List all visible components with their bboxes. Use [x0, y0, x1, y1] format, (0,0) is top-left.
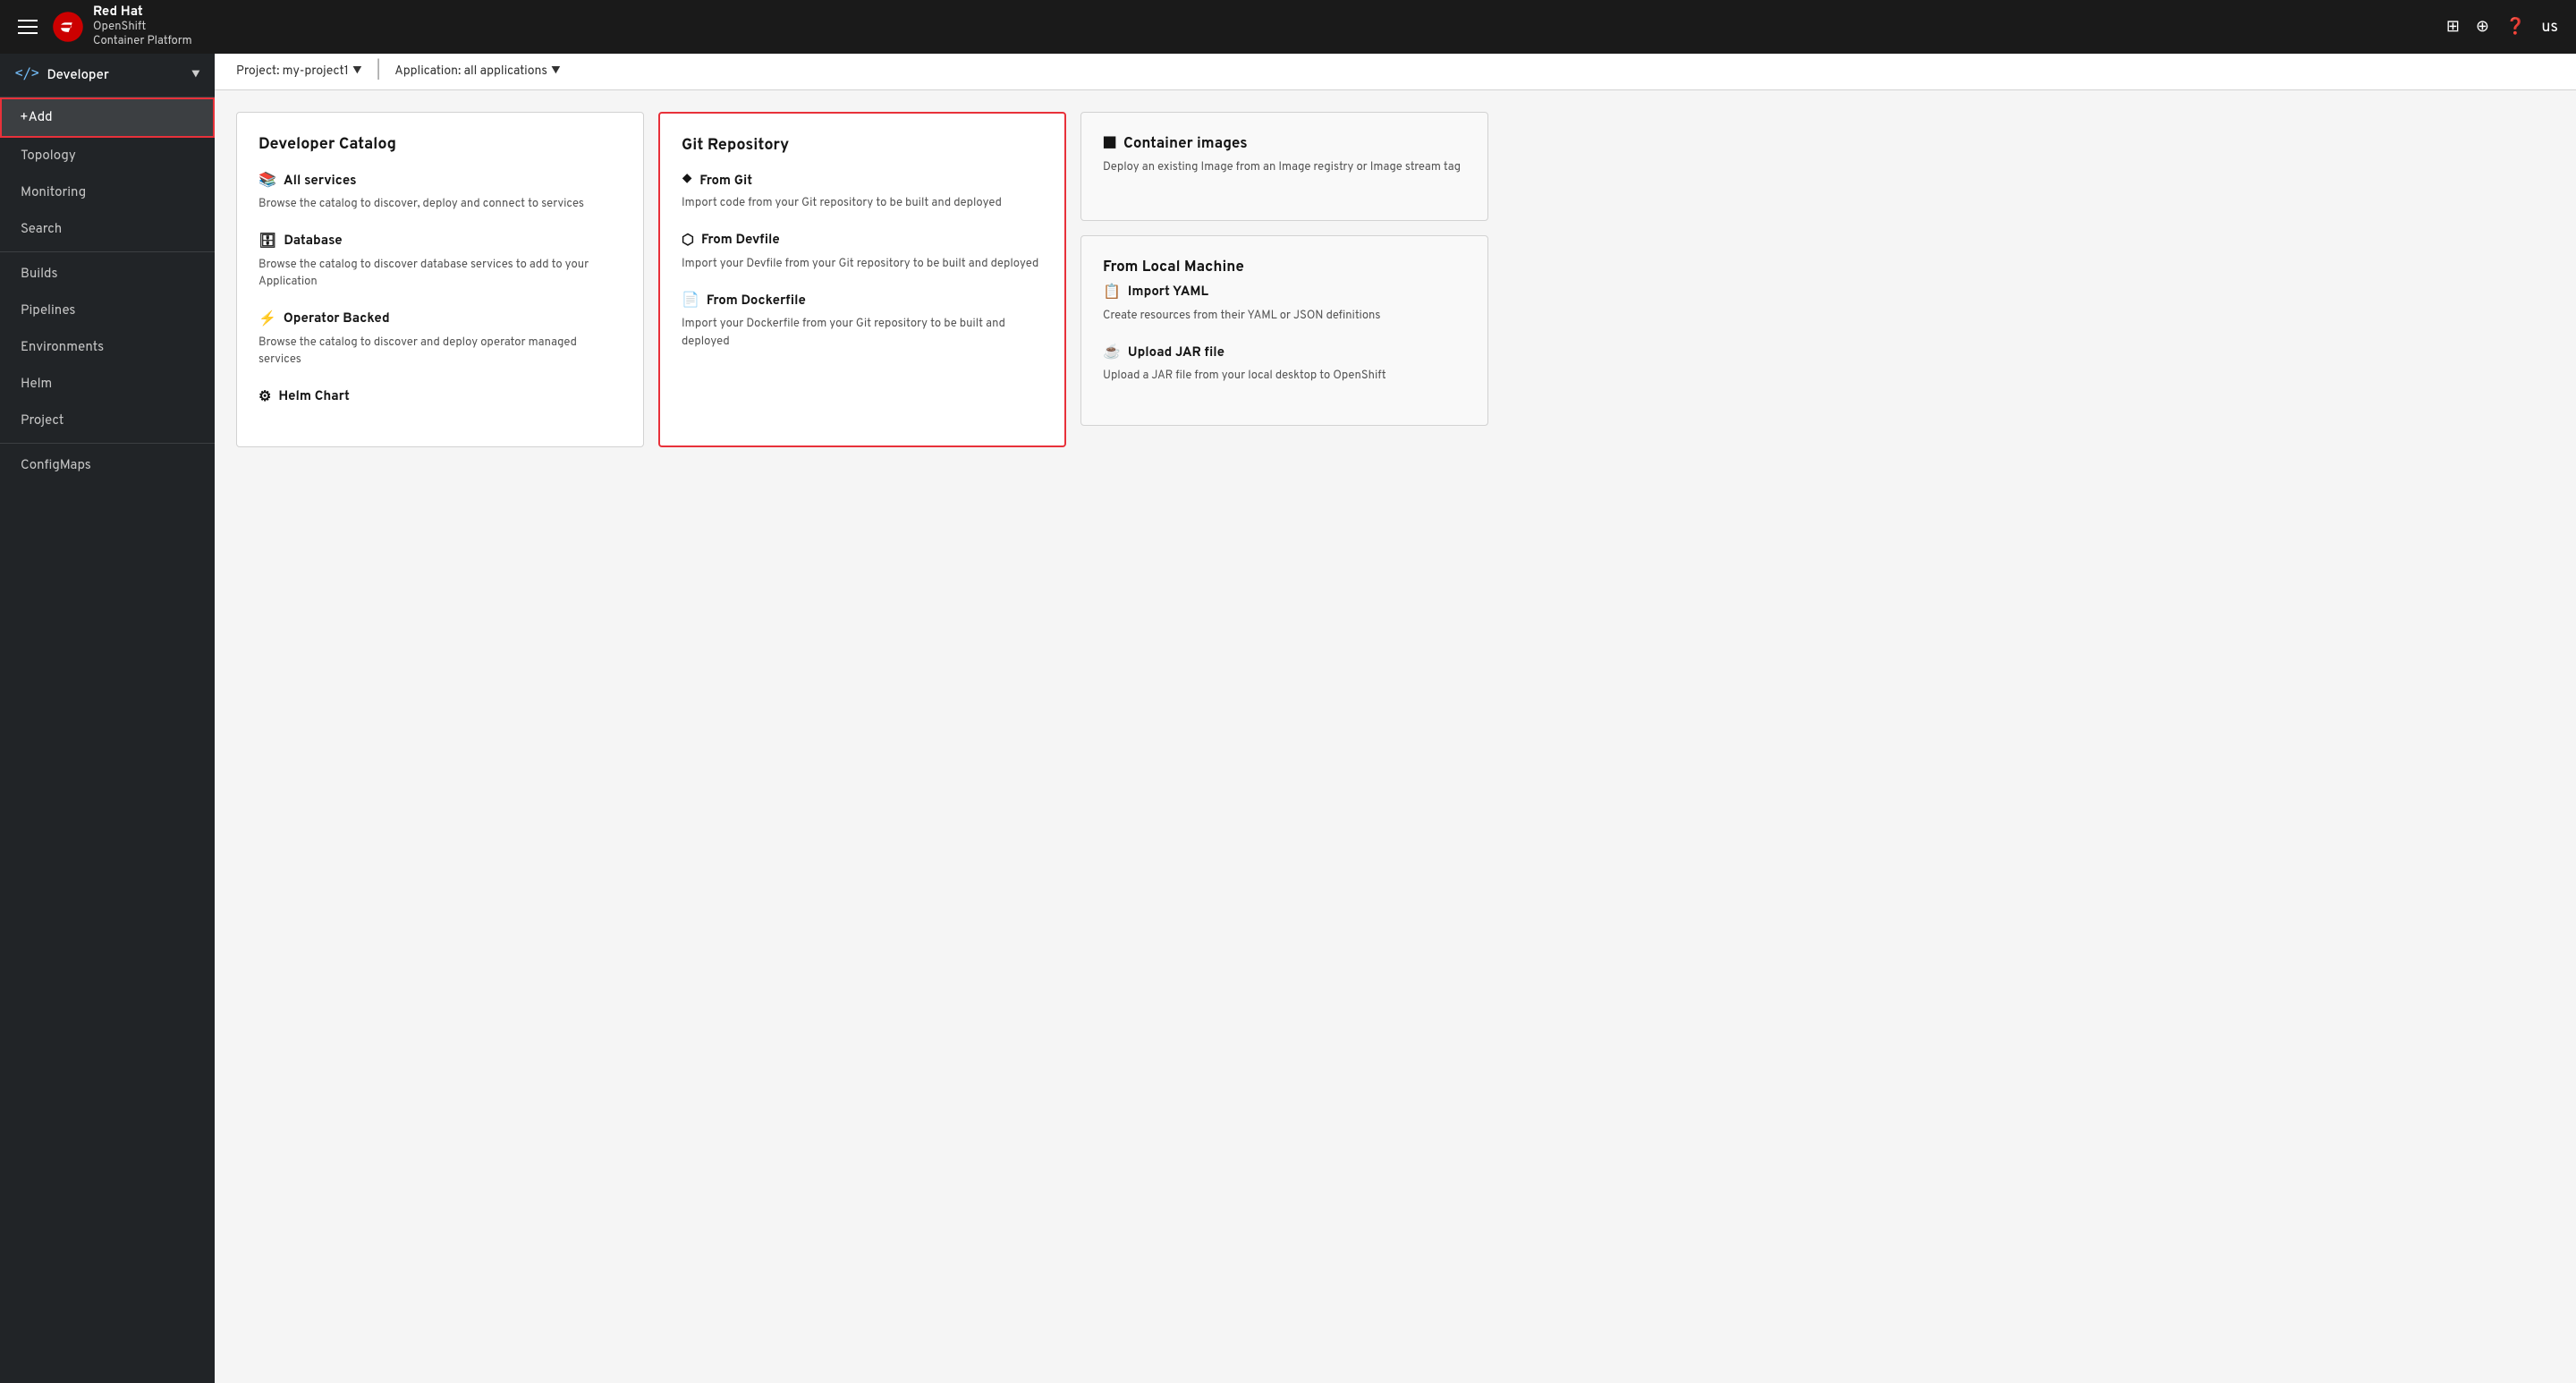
application-chevron-icon: ▼: [551, 64, 561, 80]
from-git-desc: Import code from your Git repository to …: [682, 195, 1043, 213]
container-images-desc: Deploy an existing Image from an Image r…: [1103, 159, 1466, 177]
upload-jar-desc: Upload a JAR file from your local deskto…: [1103, 368, 1466, 386]
from-dockerfile-icon: 📄: [682, 291, 699, 310]
operator-backed-title: Operator Backed: [284, 310, 390, 327]
sidebar-divider-1: [0, 251, 215, 252]
project-chevron-icon: ▼: [352, 64, 362, 80]
developer-catalog-title: Developer Catalog: [258, 134, 622, 155]
brand-name: Red Hat: [93, 4, 192, 21]
all-services-section: 📚 All services Browse the catalog to dis…: [258, 171, 622, 214]
from-git-title: From Git: [699, 173, 752, 190]
from-devfile-icon: ⬡: [682, 231, 694, 250]
subheader: Project: my-project1 ▼ | Application: al…: [215, 54, 2576, 90]
topbar-icons: ⊞ ⊕ ❓ us: [2446, 17, 2558, 38]
sidebar-item-environments[interactable]: Environments: [0, 329, 215, 366]
main-content: Developer Catalog 📚 All services Browse …: [215, 90, 2576, 1383]
project-label: Project: my-project1: [236, 64, 349, 80]
brand-text: Red Hat OpenShift Container Platform: [93, 4, 192, 48]
perspective-icon: </>: [14, 66, 39, 84]
content-area: Project: my-project1 ▼ | Application: al…: [215, 54, 2576, 1383]
upload-jar-section: ☕ Upload JAR file Upload a JAR file from…: [1103, 343, 1466, 386]
container-images-icon: ⬛: [1103, 135, 1116, 153]
container-images-header: ⬛ Container images: [1103, 134, 1466, 154]
from-local-machine-card[interactable]: From Local Machine 📋 Import YAML Create …: [1080, 235, 1488, 426]
brand-sub1: OpenShift: [93, 21, 192, 35]
from-local-machine-title: From Local Machine: [1103, 258, 1466, 277]
sidebar-item-helm[interactable]: Helm: [0, 366, 215, 403]
import-yaml-icon: 📋: [1103, 283, 1121, 302]
database-header: 🗄 Database: [258, 232, 622, 251]
help-icon[interactable]: ❓: [2505, 17, 2525, 38]
project-dropdown[interactable]: Project: my-project1 ▼: [236, 64, 362, 80]
grid-icon[interactable]: ⊞: [2446, 17, 2460, 38]
sidebar-item-monitoring[interactable]: Monitoring: [0, 174, 215, 211]
from-dockerfile-header: 📄 From Dockerfile: [682, 291, 1043, 310]
perspective-label: Developer: [47, 67, 183, 84]
helm-chart-section: ⚙ Helm Chart: [258, 387, 622, 407]
application-dropdown[interactable]: Application: all applications ▼: [394, 64, 561, 80]
all-services-header: 📚 All services: [258, 171, 622, 191]
sidebar-item-search[interactable]: Search: [0, 211, 215, 248]
from-devfile-section: ⬡ From Devfile Import your Devfile from …: [682, 231, 1043, 274]
from-dockerfile-title: From Dockerfile: [707, 293, 806, 310]
container-images-card[interactable]: ⬛ Container images Deploy an existing Im…: [1080, 112, 1488, 221]
sidebar-divider-2: [0, 443, 215, 444]
sidebar-item-add[interactable]: +Add: [0, 98, 215, 138]
perspective-chevron: ▼: [191, 68, 200, 82]
user-icon[interactable]: us: [2541, 17, 2558, 38]
topbar: Red Hat OpenShift Container Platform ⊞ ⊕…: [0, 0, 2576, 54]
sidebar: </> Developer ▼ +Add Topology Monitoring…: [0, 54, 215, 1383]
import-yaml-title: Import YAML: [1128, 284, 1208, 301]
sidebar-item-configmaps[interactable]: ConfigMaps: [0, 447, 215, 484]
helm-chart-title: Helm Chart: [278, 388, 350, 405]
database-section: 🗄 Database Browse the catalog to discove…: [258, 232, 622, 292]
from-devfile-title: From Devfile: [701, 232, 780, 249]
sidebar-item-builds[interactable]: Builds: [0, 256, 215, 293]
operator-backed-header: ⚡ Operator Backed: [258, 310, 622, 329]
import-yaml-header: 📋 Import YAML: [1103, 283, 1466, 302]
import-yaml-desc: Create resources from their YAML or JSON…: [1103, 308, 1466, 326]
all-services-icon: 📚: [258, 171, 276, 191]
hamburger-menu[interactable]: [18, 20, 38, 34]
from-git-section: ◆ From Git Import code from your Git rep…: [682, 172, 1043, 213]
plus-icon[interactable]: ⊕: [2476, 17, 2489, 38]
helm-icon: ⚙: [258, 387, 271, 407]
subheader-sep: |: [377, 63, 380, 81]
upload-jar-icon: ☕: [1103, 343, 1121, 362]
container-images-title: Container images: [1123, 134, 1248, 154]
layout: </> Developer ▼ +Add Topology Monitoring…: [0, 54, 2576, 1383]
brand: Red Hat OpenShift Container Platform: [52, 4, 192, 48]
from-dockerfile-desc: Import your Dockerfile from your Git rep…: [682, 316, 1043, 351]
helm-chart-header: ⚙ Helm Chart: [258, 387, 622, 407]
upload-jar-title: Upload JAR file: [1128, 344, 1224, 361]
sidebar-item-pipelines[interactable]: Pipelines: [0, 293, 215, 329]
redhat-logo: [52, 11, 84, 43]
cards-grid: Developer Catalog 📚 All services Browse …: [236, 112, 1488, 447]
from-git-icon: ◆: [682, 172, 692, 190]
perspective-selector[interactable]: </> Developer ▼: [0, 54, 215, 98]
git-repository-card[interactable]: Git Repository ◆ From Git Import code fr…: [658, 112, 1066, 447]
from-devfile-header: ⬡ From Devfile: [682, 231, 1043, 250]
database-icon: 🗄: [258, 232, 276, 251]
operator-icon: ⚡: [258, 310, 276, 329]
sidebar-item-project[interactable]: Project: [0, 403, 215, 439]
all-services-desc: Browse the catalog to discover, deploy a…: [258, 196, 622, 214]
upload-jar-header: ☕ Upload JAR file: [1103, 343, 1466, 362]
git-repository-title: Git Repository: [682, 135, 1043, 156]
developer-catalog-card[interactable]: Developer Catalog 📚 All services Browse …: [236, 112, 644, 447]
operator-backed-desc: Browse the catalog to discover and deplo…: [258, 335, 622, 369]
database-desc: Browse the catalog to discover database …: [258, 257, 622, 292]
from-dockerfile-section: 📄 From Dockerfile Import your Dockerfile…: [682, 291, 1043, 351]
import-yaml-section: 📋 Import YAML Create resources from thei…: [1103, 283, 1466, 326]
database-title: Database: [284, 233, 342, 250]
from-git-header: ◆ From Git: [682, 172, 1043, 190]
application-label: Application: all applications: [394, 64, 547, 80]
from-devfile-desc: Import your Devfile from your Git reposi…: [682, 256, 1043, 274]
right-column: ⬛ Container images Deploy an existing Im…: [1080, 112, 1488, 447]
operator-backed-section: ⚡ Operator Backed Browse the catalog to …: [258, 310, 622, 369]
sidebar-item-topology[interactable]: Topology: [0, 138, 215, 174]
brand-sub2: Container Platform: [93, 35, 192, 49]
all-services-title: All services: [284, 173, 357, 190]
